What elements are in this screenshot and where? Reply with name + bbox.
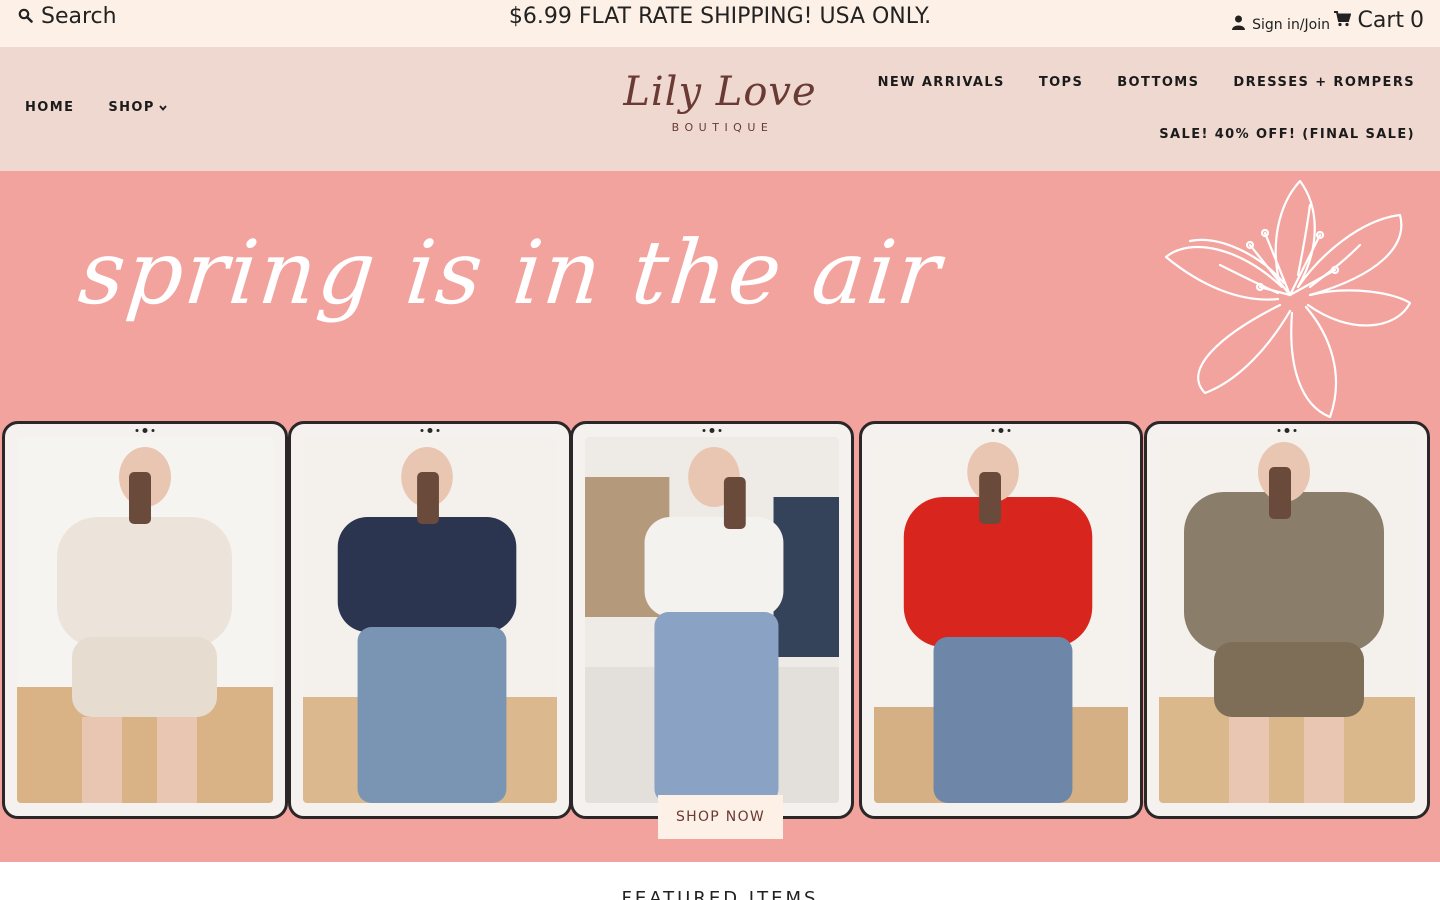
tablet-frame [288, 421, 572, 819]
camera-dots [702, 428, 722, 433]
sign-in-link[interactable]: Sign in/Join [1232, 15, 1330, 34]
cart-link[interactable]: Cart 0 [1334, 8, 1424, 33]
primary-nav-left: HOME SHOP [25, 100, 167, 115]
hero-headline: spring is in the air [74, 221, 947, 324]
nav-bottoms[interactable]: BOTTOMS [1117, 75, 1199, 90]
nav-dresses-rompers[interactable]: DRESSES + ROMPERS [1233, 75, 1415, 90]
user-icon [1232, 15, 1246, 34]
photo-illustration [17, 437, 273, 803]
nav-sale[interactable]: SALE! 40% OFF! (FINAL SALE) [1159, 127, 1415, 142]
product-photo[interactable] [1159, 437, 1415, 803]
product-photo[interactable] [17, 437, 273, 803]
lily-flower-illustration [1164, 179, 1412, 419]
nav-shop-label: SHOP [108, 100, 155, 115]
shipping-announcement: $6.99 FLAT RATE SHIPPING! USA ONLY. [508, 4, 932, 29]
announcement-bar: Search $6.99 FLAT RATE SHIPPING! USA ONL… [0, 0, 1440, 47]
tablet-frame [1144, 421, 1430, 819]
site-header: HOME SHOP Lily Love BOUTIQUE NEW ARRIVAL… [0, 47, 1440, 171]
camera-dots [991, 428, 1011, 433]
product-photo[interactable] [585, 437, 839, 803]
tablet-frame [2, 421, 288, 819]
nav-shop[interactable]: SHOP [108, 100, 167, 115]
cart-label: Cart [1357, 8, 1404, 33]
hero-banner[interactable]: spring is in the air SHOP NOW [0, 171, 1440, 862]
featured-items-heading: FEATURED ITEMS [621, 888, 819, 900]
chevron-down-icon [159, 100, 167, 115]
camera-dots [1277, 428, 1297, 433]
tablet-frame [859, 421, 1143, 819]
product-photo[interactable] [303, 437, 557, 803]
sign-in-label: Sign in/Join [1252, 16, 1330, 33]
photo-illustration [585, 437, 839, 803]
camera-dots [135, 428, 155, 433]
secondary-nav-right: SALE! 40% OFF! (FINAL SALE) [1159, 127, 1415, 142]
cart-icon [1334, 8, 1352, 33]
photo-illustration [1159, 437, 1415, 803]
site-logo[interactable]: Lily Love BOUTIQUE [620, 61, 820, 134]
primary-nav-right: NEW ARRIVALS TOPS BOTTOMS DRESSES + ROMP… [878, 75, 1415, 90]
photo-illustration [874, 437, 1128, 803]
nav-new-arrivals[interactable]: NEW ARRIVALS [878, 75, 1005, 90]
nav-tops[interactable]: TOPS [1039, 75, 1083, 90]
search-link[interactable]: Search [18, 4, 117, 29]
cart-count: 0 [1410, 8, 1424, 33]
logo-wordmark: Lily Love [623, 69, 817, 115]
search-icon [18, 4, 33, 29]
tablet-frame [570, 421, 854, 819]
shop-now-button[interactable]: SHOP NOW [658, 795, 783, 839]
tablet-collage [2, 421, 1432, 821]
nav-home[interactable]: HOME [25, 100, 74, 115]
search-label: Search [41, 4, 117, 29]
camera-dots [420, 428, 440, 433]
product-photo[interactable] [874, 437, 1128, 803]
photo-illustration [303, 437, 557, 803]
